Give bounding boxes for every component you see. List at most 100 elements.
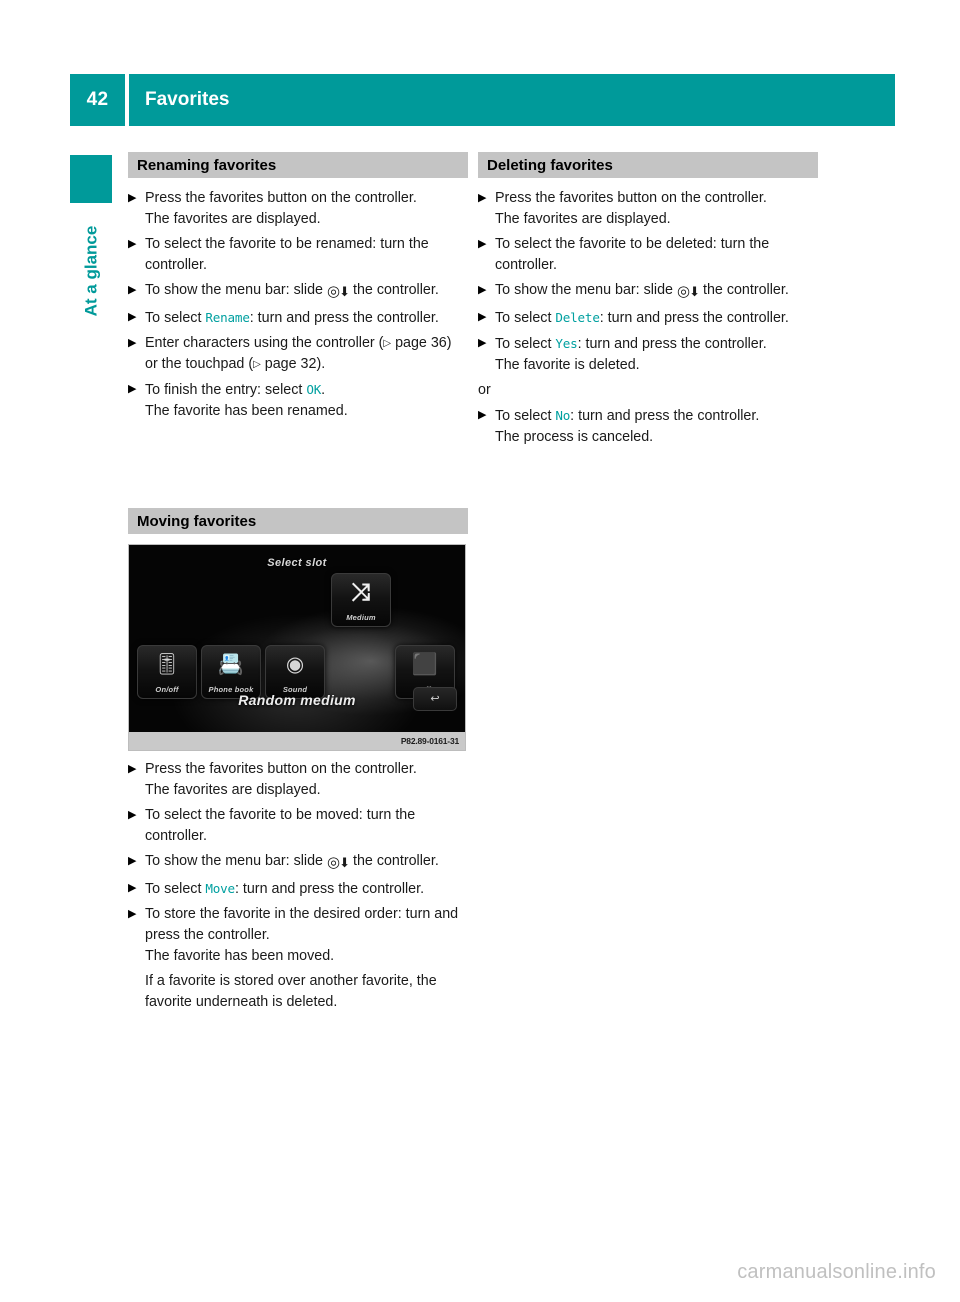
step-result-text: The favorite is deleted. [495, 357, 640, 373]
step-bullet-icon: ▶ [128, 337, 137, 349]
page-number-box: 42 [70, 74, 125, 126]
header-title-box: Favorites [129, 74, 895, 126]
step-result-text: The favorite has been renamed. [145, 403, 348, 419]
site-watermark: carmanualsonline.info [737, 1261, 936, 1283]
step-bullet-icon: ▶ [478, 311, 487, 323]
step-bullet-icon: ▶ [478, 409, 487, 421]
page-ref-arrow-icon: ▷ [383, 338, 392, 349]
column-right: Deleting favorites ▶ Press the favorites … [478, 152, 818, 452]
step-text: To store the favorite in the desired ord… [145, 906, 459, 964]
instruction-step: ▶ To select the favorite to be moved: tur… [128, 805, 468, 847]
step-bullet-icon: ▶ [478, 192, 487, 204]
step-result-text: The favorite has been moved. [145, 948, 335, 964]
step-bullet-icon: ▶ [128, 908, 137, 920]
step-bullet-icon: ▶ [128, 284, 137, 296]
column-left-lower: Moving favorites Select slot ⤨ Medium 🎚 … [128, 508, 468, 1017]
step-text: To show the menu bar: slide ◎⬇ the contr… [145, 851, 468, 874]
chapter-tab-label: At a glance [81, 225, 101, 317]
page-title: Favorites [145, 89, 230, 110]
figure-footer: P82.89-0161-31 [129, 732, 465, 750]
menu-term: Rename [205, 310, 250, 325]
section-heading-renaming: Renaming favorites [128, 152, 468, 178]
figure-select-slot-text: Select slot [267, 557, 327, 569]
controller-slide-down-icon: ◎⬇ [327, 854, 350, 871]
instruction-step: ▶ To select No: turn and press the contro… [478, 405, 818, 448]
step-text: Enter characters using the controller (▷… [145, 335, 452, 372]
page-reference[interactable]: ▷ page 36 [383, 335, 446, 351]
instruction-step: ▶ Press the favorites button on the contr… [128, 759, 468, 801]
page-header: 42 Favorites [70, 74, 895, 126]
instruction-step: ▶ To show the menu bar: slide ◎⬇ the cont… [128, 851, 468, 874]
instruction-step: ▶ To show the menu bar: slide ◎⬇ the cont… [478, 280, 818, 303]
section-heading-label: Moving favorites [137, 512, 257, 530]
step-bullet-icon: ▶ [128, 763, 137, 775]
section-heading-deleting: Deleting favorites [478, 152, 818, 178]
figure-tile-slot-label: Medium [346, 613, 376, 622]
step-text: To select the favorite to be renamed: tu… [145, 236, 429, 273]
step-bullet-icon: ▶ [128, 809, 137, 821]
figure-tile-phonebook: 📇 Phone book [201, 645, 261, 699]
instruction-step: ▶ To select Move: turn and press the cont… [128, 878, 468, 900]
step-text: To select Delete: turn and press the con… [495, 310, 789, 326]
controller-slide-down-icon: ◎⬇ [327, 283, 350, 300]
page-reference[interactable]: ▷ page 32 [253, 356, 316, 372]
figure-moving-favorites: Select slot ⤨ Medium 🎚 On/off 📇 Phone bo… [128, 544, 466, 751]
step-text: To finish the entry: select OK. The favor… [145, 382, 348, 419]
figure-tile-sound: ◉ Sound [265, 645, 325, 699]
instruction-step: ▶ To store the favorite in the desired or… [128, 904, 468, 967]
moving-note: If a favorite is stored over another fav… [145, 973, 437, 1010]
step-text: To select No: turn and press the control… [495, 408, 760, 445]
slider-icon: 🎚 [153, 653, 181, 676]
instruction-step: ▶ To show the menu bar: slide ◎⬇ the cont… [128, 280, 468, 303]
step-bullet-icon: ▶ [128, 383, 137, 395]
instruction-step: ▶ To select Delete: turn and press the co… [478, 307, 818, 329]
step-text: Press the favorites button on the contro… [495, 190, 767, 227]
section-heading-moving: Moving favorites [128, 508, 468, 534]
steps-deleting-after-or: ▶ To select No: turn and press the contro… [478, 405, 818, 448]
instruction-step: ▶ Press the favorites button on the contr… [128, 188, 468, 230]
display-off-icon: ⬛ [411, 653, 439, 676]
step-result-text: The process is canceled. [495, 429, 654, 445]
step-bullet-icon: ▶ [478, 238, 487, 250]
step-text: To select Yes: turn and press the contro… [495, 336, 767, 373]
steps-renaming: ▶ Press the favorites button on the contr… [128, 188, 468, 422]
menu-term: OK [306, 382, 322, 397]
figure-code: P82.89-0161-31 [400, 736, 459, 746]
step-result-text: The favorites are displayed. [495, 211, 671, 227]
page-ref-arrow-icon: ▷ [253, 359, 261, 370]
controller-slide-down-icon: ◎⬇ [677, 283, 700, 300]
menu-term: No [555, 408, 571, 423]
step-bullet-icon: ▶ [128, 855, 137, 867]
step-text: To show the menu bar: slide ◎⬇ the contr… [495, 280, 818, 303]
or-label: or [478, 382, 491, 398]
step-text: Press the favorites button on the contro… [145, 761, 417, 798]
section-heading-label: Renaming favorites [137, 156, 277, 174]
figure-tile-onoff: 🎚 On/off [137, 645, 197, 699]
instruction-step: ▶ To finish the entry: select OK. The favo… [128, 379, 468, 422]
steps-moving: ▶ Press the favorites button on the contr… [128, 759, 468, 967]
figure-tile-slot: ⤨ Medium [331, 573, 391, 627]
shuffle-icon: ⤨ [351, 579, 371, 606]
sound-knob-icon: ◉ [285, 653, 305, 676]
instruction-step: ▶ To select Yes: turn and press the contr… [478, 333, 818, 376]
phonebook-icon: 📇 [217, 653, 245, 676]
step-bullet-icon: ▶ [478, 337, 487, 349]
step-bullet-icon: ▶ [128, 882, 137, 894]
menu-term: Delete [555, 310, 600, 325]
steps-deleting: ▶ Press the favorites button on the contr… [478, 188, 818, 376]
instruction-step: ▶ Press the favorites button on the contr… [478, 188, 818, 230]
menu-term: Move [205, 881, 235, 896]
step-bullet-icon: ▶ [478, 284, 487, 296]
step-text: Press the favorites button on the contro… [145, 190, 417, 227]
back-arrow-icon: ↩ [413, 687, 457, 711]
chapter-tab-block [70, 155, 112, 203]
instruction-step: ▶ Enter characters using the controller (… [128, 333, 468, 375]
step-text: To show the menu bar: slide ◎⬇ the contr… [145, 280, 468, 303]
step-result-text: The favorites are displayed. [145, 211, 321, 227]
step-bullet-icon: ▶ [128, 192, 137, 204]
instruction-step: ▶ To select Rename: turn and press the co… [128, 307, 468, 329]
chapter-tab-label-wrap: At a glance [70, 203, 112, 363]
step-bullet-icon: ▶ [128, 311, 137, 323]
instruction-step: ▶ To select the favorite to be renamed: t… [128, 234, 468, 276]
step-text: To select the favorite to be moved: turn… [145, 807, 416, 844]
